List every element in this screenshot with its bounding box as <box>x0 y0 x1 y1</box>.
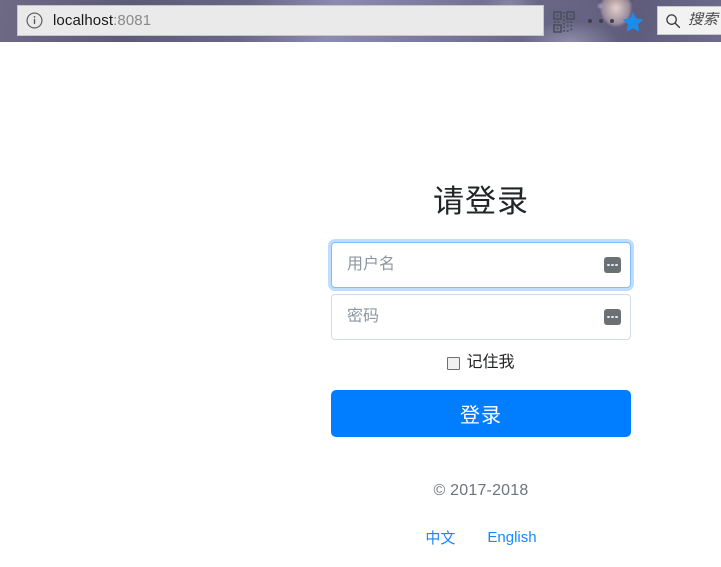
search-magnifier-icon <box>666 13 681 28</box>
autofill-dot <box>607 315 610 319</box>
remember-me-label[interactable]: 记住我 <box>466 354 514 372</box>
menu-dot <box>588 19 592 23</box>
page-title: 请登录 <box>433 184 529 219</box>
username-input[interactable] <box>331 242 631 288</box>
language-links: 中文 English <box>331 527 631 548</box>
browser-chrome: localhost:8081 <box>0 0 721 42</box>
remember-me-checkbox[interactable] <box>447 356 461 370</box>
info-circle-icon[interactable] <box>26 12 43 29</box>
autofill-dot <box>611 263 614 267</box>
password-field-group <box>331 294 631 340</box>
autofill-dots-icon[interactable] <box>604 309 621 325</box>
autofill-dot <box>615 315 618 319</box>
username-field-group <box>331 242 631 288</box>
qr-code-icon[interactable] <box>553 11 575 33</box>
browser-search-input[interactable] <box>688 12 721 29</box>
page-viewport: 请登录 记住我 登录 © 2017-2018 中文 Engl <box>0 42 721 567</box>
remember-me-row: 记住我 <box>331 354 631 372</box>
url-host: localhost <box>53 12 114 29</box>
autofill-dots-icon[interactable] <box>604 257 621 273</box>
autofill-dot <box>611 315 614 319</box>
menu-dot <box>610 19 614 23</box>
address-bar-url: localhost:8081 <box>53 12 151 29</box>
autofill-dot <box>607 263 610 267</box>
star-icon[interactable] <box>621 10 645 34</box>
autofill-dot <box>615 263 618 267</box>
menu-dot <box>599 19 603 23</box>
login-form: 请登录 记住我 登录 © 2017-2018 中文 Engl <box>331 185 631 548</box>
login-submit-button[interactable]: 登录 <box>331 390 631 437</box>
language-link-chinese[interactable]: 中文 <box>425 527 455 548</box>
language-link-english[interactable]: English <box>487 529 536 546</box>
url-port: :8081 <box>113 12 152 29</box>
more-horizontal-icon[interactable] <box>588 13 614 29</box>
address-bar[interactable]: localhost:8081 <box>17 5 544 36</box>
browser-search-box[interactable] <box>657 6 721 35</box>
copyright-text: © 2017-2018 <box>433 482 529 499</box>
password-input[interactable] <box>331 294 631 340</box>
